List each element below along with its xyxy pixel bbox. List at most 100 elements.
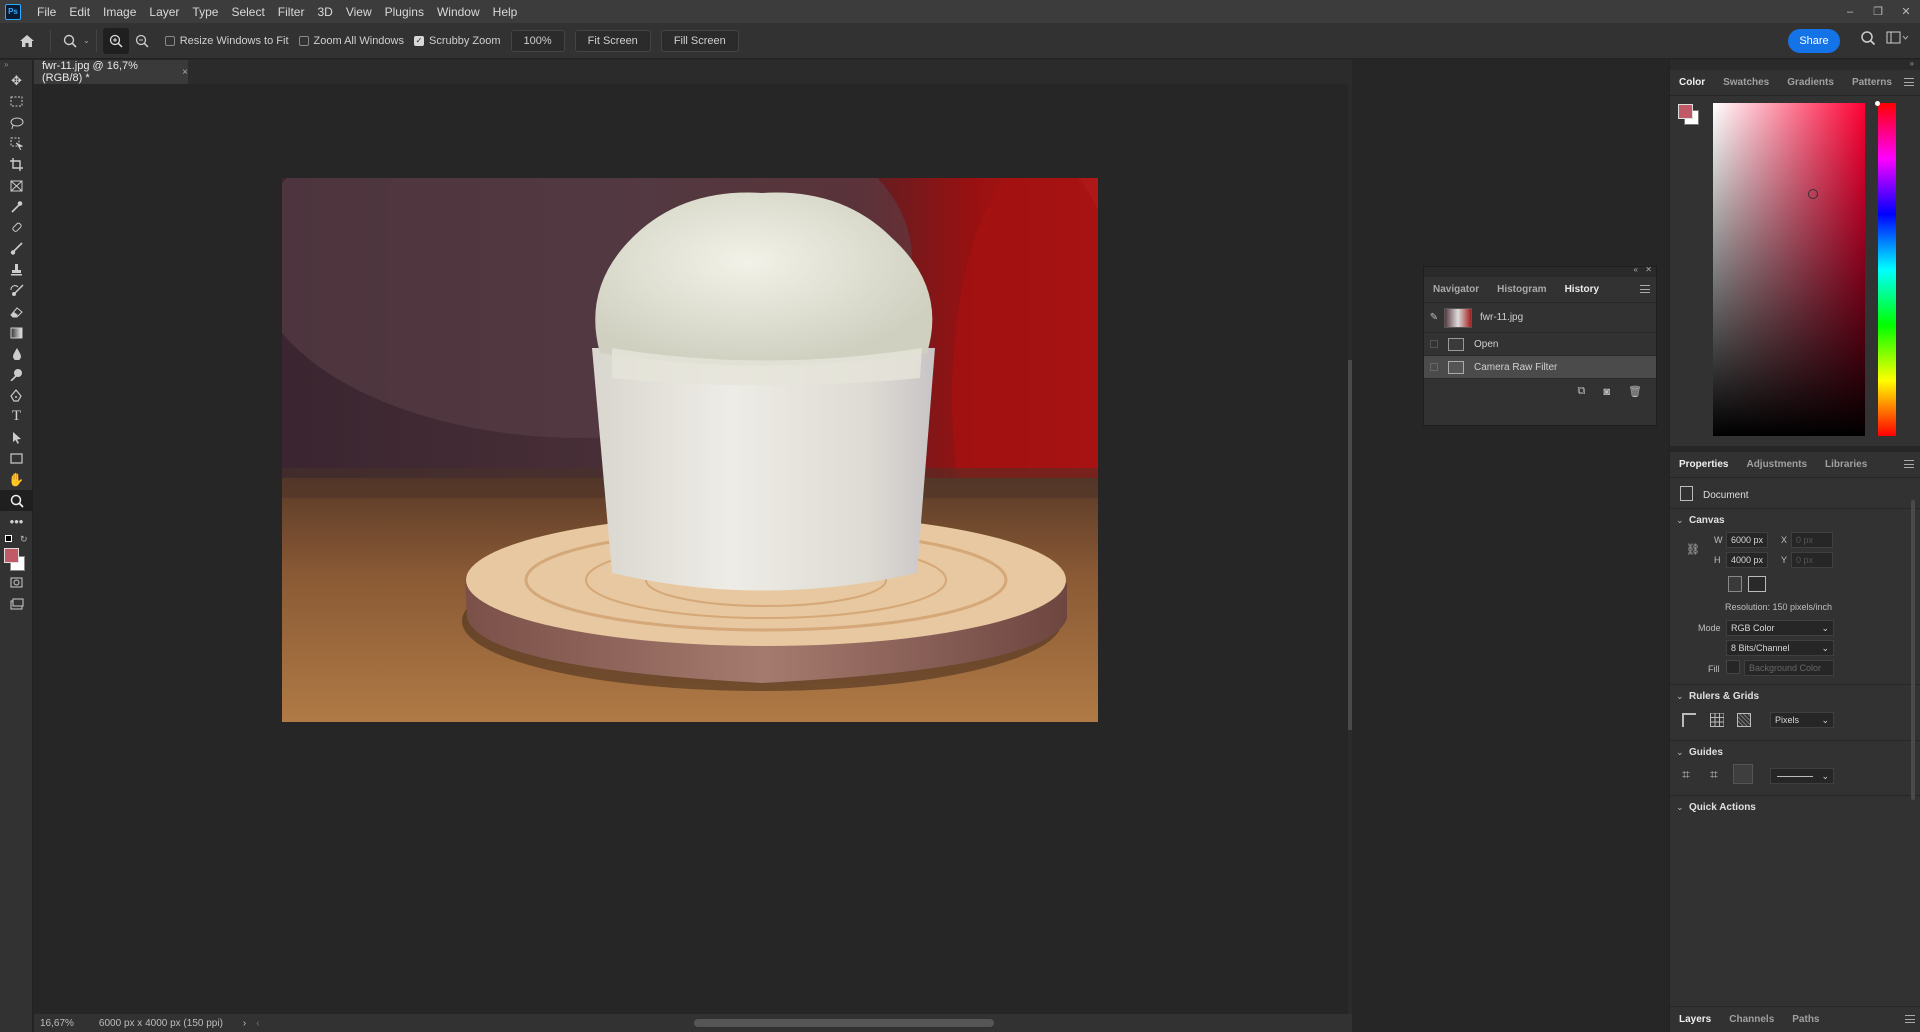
checkmark-icon[interactable]: ✓ (414, 35, 424, 46)
brush-tool-icon[interactable] (0, 238, 33, 259)
rectangle-tool-icon[interactable] (0, 448, 33, 469)
foreground-color-swatch[interactable] (4, 548, 19, 563)
zoom-all-windows-checkbox[interactable]: Zoom All Windows (298, 35, 404, 47)
tab-properties[interactable]: Properties (1670, 459, 1737, 470)
zoom-in-icon[interactable] (102, 27, 129, 54)
document-tab[interactable]: fwr-11.jpg @ 16,7% (RGB/8) * × (34, 60, 188, 84)
quick-actions-section-title[interactable]: Quick Actions (1689, 802, 1756, 813)
vertical-scrollbar[interactable] (1348, 360, 1352, 730)
guide-style-select[interactable]: ⌄ (1770, 768, 1834, 784)
workspace-icon[interactable] (1886, 31, 1909, 48)
tab-histogram[interactable]: Histogram (1488, 284, 1555, 295)
hue-slider-handle[interactable] (1875, 101, 1880, 106)
chevron-down-icon[interactable]: ⌄ (1676, 747, 1684, 758)
tab-layers[interactable]: Layers (1670, 1014, 1720, 1025)
more-tools-icon[interactable]: ••• (0, 511, 33, 532)
panel-menu-icon[interactable] (1905, 1015, 1915, 1023)
hue-slider[interactable] (1878, 103, 1896, 436)
panel-menu-icon[interactable] (1640, 285, 1650, 293)
default-colors-icon[interactable] (5, 535, 12, 542)
tab-navigator[interactable]: Navigator (1424, 284, 1488, 295)
menu-view[interactable]: View (346, 5, 372, 19)
units-select[interactable]: Pixels ⌄ (1770, 712, 1834, 728)
menu-layer[interactable]: Layer (149, 5, 179, 19)
quick-mask-icon[interactable] (0, 572, 33, 593)
menu-plugins[interactable]: Plugins (385, 5, 424, 19)
fill-select[interactable]: Background Color (1744, 660, 1834, 676)
y-input[interactable]: 0 px (1791, 552, 1833, 568)
scroll-left-arrow[interactable]: ‹ (256, 1018, 259, 1029)
chevron-down-icon[interactable]: ⌄ (83, 36, 90, 45)
frame-tool-icon[interactable] (0, 175, 33, 196)
zoom-100-button[interactable]: 100% (510, 29, 565, 52)
move-tool-icon[interactable]: ✥ (0, 70, 33, 91)
document-image[interactable] (282, 178, 1098, 722)
tab-libraries[interactable]: Libraries (1816, 459, 1876, 470)
collapse-icon[interactable]: » (0, 60, 32, 70)
tab-gradients[interactable]: Gradients (1778, 77, 1843, 88)
status-menu-arrow[interactable]: › (243, 1018, 246, 1029)
new-document-from-state-icon[interactable]: ⧉ (1578, 385, 1586, 398)
lasso-tool-icon[interactable] (0, 112, 33, 133)
collapse-dock-icon[interactable]: » (1910, 59, 1914, 68)
healing-brush-icon[interactable] (0, 217, 33, 238)
rulers-grids-section-title[interactable]: Rulers & Grids (1689, 691, 1759, 702)
history-brush-source-icon[interactable]: ✎ (1424, 312, 1444, 323)
link-dimensions-icon[interactable]: ⛓ (1686, 543, 1700, 556)
path-selection-icon[interactable] (0, 427, 33, 448)
close-button[interactable]: ✕ (1892, 0, 1920, 23)
blur-tool-icon[interactable] (0, 343, 33, 364)
minimize-button[interactable]: – (1836, 0, 1864, 23)
checkbox-icon[interactable] (164, 35, 175, 46)
tab-channels[interactable]: Channels (1720, 1014, 1783, 1025)
zoom-level[interactable]: 16,67% (40, 1018, 74, 1029)
canvas-area[interactable] (34, 84, 1348, 1014)
menu-select[interactable]: Select (231, 5, 264, 19)
hand-tool-icon[interactable]: ✋ (0, 469, 33, 490)
home-icon[interactable] (14, 28, 40, 54)
menu-filter[interactable]: Filter (278, 5, 305, 19)
eraser-tool-icon[interactable] (0, 301, 33, 322)
panel-menu-icon[interactable] (1904, 460, 1914, 468)
properties-scrollbar[interactable] (1911, 500, 1915, 800)
menu-edit[interactable]: Edit (69, 5, 90, 19)
new-guide-icon[interactable]: ⌗ (1710, 766, 1718, 783)
menu-image[interactable]: Image (103, 5, 136, 19)
guides-section-title[interactable]: Guides (1689, 747, 1723, 758)
fill-swatch[interactable] (1726, 660, 1740, 674)
collapse-panel-icon[interactable]: « (1634, 265, 1638, 274)
bit-depth-select[interactable]: 8 Bits/Channel ⌄ (1726, 640, 1834, 656)
scrubby-zoom-checkbox[interactable]: ✓ Scrubby Zoom (414, 35, 501, 47)
crop-tool-icon[interactable] (0, 154, 33, 175)
menu-window[interactable]: Window (437, 5, 480, 19)
gradient-tool-icon[interactable] (0, 322, 33, 343)
fill-screen-button[interactable]: Fill Screen (660, 29, 739, 52)
clone-stamp-icon[interactable] (0, 259, 33, 280)
mode-select[interactable]: RGB Color ⌄ (1726, 620, 1834, 636)
swap-colors-icon[interactable]: ↻ (20, 534, 28, 545)
tab-patterns[interactable]: Patterns (1843, 77, 1901, 88)
history-step[interactable]: Camera Raw Filter (1424, 356, 1656, 379)
pen-tool-icon[interactable] (0, 385, 33, 406)
guide-layout-icon[interactable] (1733, 764, 1753, 784)
chevron-down-icon[interactable]: ⌄ (1676, 691, 1684, 702)
x-input[interactable]: 0 px (1791, 532, 1833, 548)
dodge-tool-icon[interactable] (0, 364, 33, 385)
menu-3d[interactable]: 3D (317, 5, 332, 19)
type-tool-icon[interactable]: T (0, 406, 33, 427)
history-source-box-icon[interactable] (1424, 363, 1444, 371)
landscape-orientation-icon[interactable] (1748, 576, 1766, 592)
share-button[interactable]: Share (1788, 29, 1840, 53)
search-icon[interactable] (1860, 30, 1876, 49)
eyedropper-tool-icon[interactable] (0, 196, 33, 217)
panel-menu-icon[interactable] (1904, 78, 1914, 86)
history-source-box-icon[interactable] (1424, 340, 1444, 348)
menu-file[interactable]: File (37, 5, 56, 19)
checkbox-icon[interactable] (298, 35, 309, 46)
close-panel-icon[interactable]: ✕ (1645, 265, 1652, 274)
pixel-grid-icon[interactable] (1737, 713, 1751, 727)
tab-adjustments[interactable]: Adjustments (1737, 459, 1816, 470)
ruler-icon[interactable] (1682, 713, 1696, 727)
camera-snapshot-icon[interactable]: ◙ (1603, 386, 1610, 398)
screen-mode-icon[interactable] (0, 593, 33, 614)
